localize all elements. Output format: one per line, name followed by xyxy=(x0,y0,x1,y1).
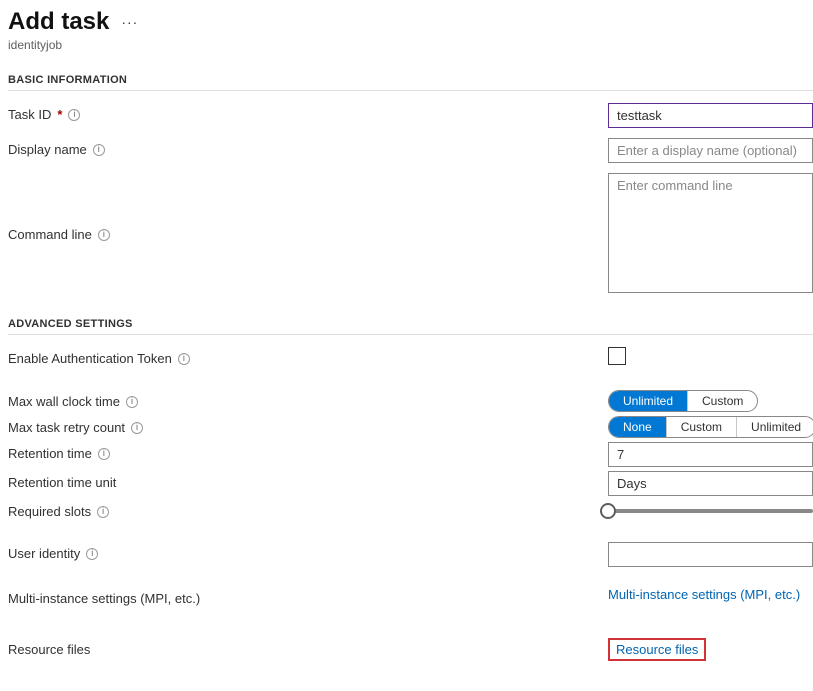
retention-unit-input[interactable] xyxy=(608,471,813,496)
info-icon[interactable]: i xyxy=(178,353,190,365)
label-multi-instance: Multi-instance settings (MPI, etc.) xyxy=(8,591,200,606)
enable-auth-checkbox[interactable] xyxy=(608,347,626,365)
page-title: Add task xyxy=(8,8,109,36)
resource-files-highlight: Resource files xyxy=(608,638,706,661)
page-subtitle: identityjob xyxy=(8,38,813,52)
label-retention-unit: Retention time unit xyxy=(8,475,116,490)
info-icon[interactable]: i xyxy=(93,144,105,156)
label-retention-time: Retention time xyxy=(8,446,92,461)
label-max-retry: Max task retry count xyxy=(8,420,125,435)
label-task-id: Task ID xyxy=(8,107,51,122)
retry-none[interactable]: None xyxy=(609,417,666,437)
user-identity-input[interactable] xyxy=(608,542,813,567)
section-advanced-header: ADVANCED SETTINGS xyxy=(8,318,813,335)
wall-clock-unlimited[interactable]: Unlimited xyxy=(609,391,687,411)
info-icon[interactable]: i xyxy=(68,109,80,121)
task-id-input[interactable] xyxy=(608,103,813,128)
command-line-input[interactable] xyxy=(608,173,813,293)
wall-clock-custom[interactable]: Custom xyxy=(687,391,757,411)
retry-toggle: None Custom Unlimited xyxy=(608,416,813,438)
required-indicator: * xyxy=(57,107,62,122)
resource-files-link[interactable]: Resource files xyxy=(616,642,698,657)
info-icon[interactable]: i xyxy=(86,548,98,560)
info-icon[interactable]: i xyxy=(126,396,138,408)
multi-instance-link[interactable]: Multi-instance settings (MPI, etc.) xyxy=(608,587,800,602)
page-header: Add task ··· identityjob xyxy=(8,8,813,52)
retry-unlimited[interactable]: Unlimited xyxy=(736,417,813,437)
info-icon[interactable]: i xyxy=(98,448,110,460)
retention-time-input[interactable] xyxy=(608,442,813,467)
more-icon[interactable]: ··· xyxy=(121,14,138,30)
label-command-line: Command line xyxy=(8,227,92,242)
info-icon[interactable]: i xyxy=(97,506,109,518)
label-max-wall-clock: Max wall clock time xyxy=(8,394,120,409)
retry-custom[interactable]: Custom xyxy=(666,417,736,437)
display-name-input[interactable] xyxy=(608,138,813,163)
label-user-identity: User identity xyxy=(8,546,80,561)
label-display-name: Display name xyxy=(8,142,87,157)
wall-clock-toggle: Unlimited Custom xyxy=(608,390,758,412)
slider-thumb[interactable] xyxy=(600,503,616,519)
label-enable-auth: Enable Authentication Token xyxy=(8,351,172,366)
label-resource-files: Resource files xyxy=(8,642,90,657)
section-basic-header: BASIC INFORMATION xyxy=(8,74,813,91)
label-required-slots: Required slots xyxy=(8,504,91,519)
info-icon[interactable]: i xyxy=(131,422,143,434)
info-icon[interactable]: i xyxy=(98,229,110,241)
required-slots-slider[interactable] xyxy=(608,500,813,522)
